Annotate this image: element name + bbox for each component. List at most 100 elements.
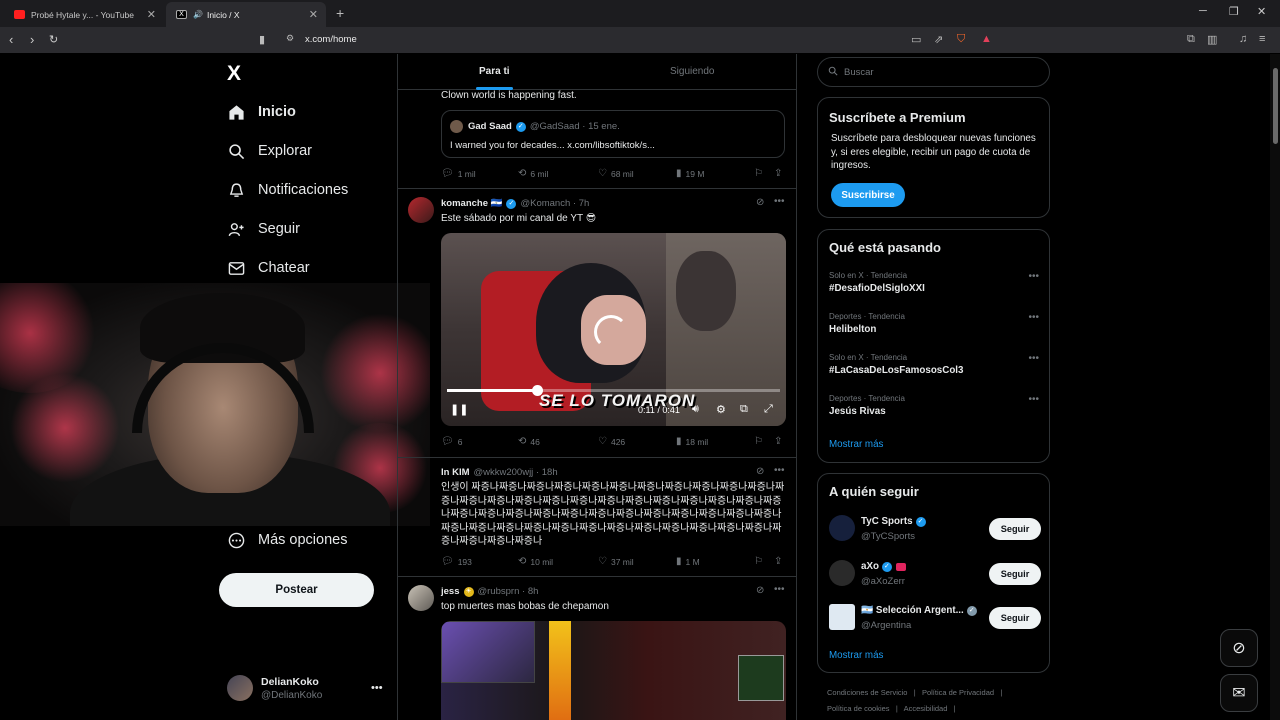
- bookmark-icon[interactable]: ▮: [259, 33, 265, 46]
- tweet-time[interactable]: 18h: [542, 467, 558, 478]
- more-dots-icon[interactable]: •••: [1028, 271, 1039, 282]
- account-switcher[interactable]: DelianKoko @DelianKoko: [227, 675, 322, 701]
- follow-show-more-link[interactable]: Mostrar más: [829, 650, 883, 661]
- share-button[interactable]: ⇪: [774, 556, 786, 567]
- brave-shield-icon[interactable]: ⛉: [957, 33, 965, 46]
- views-button[interactable]: ▮ 1 M: [676, 556, 700, 567]
- settings-icon[interactable]: ⚙: [716, 403, 726, 416]
- tweet-author[interactable]: komanche 🇸🇻: [441, 198, 502, 209]
- sidebar-item-seguir[interactable]: Seguir: [227, 216, 300, 242]
- sidebar-toggle-icon[interactable]: ▥: [1207, 33, 1217, 46]
- tab-siguiendo[interactable]: Siguiendo: [670, 66, 714, 77]
- views-button[interactable]: ▮ 19 M: [676, 168, 704, 179]
- trend-item[interactable]: Solo en X · Tendencia #DesafioDelSigloXX…: [829, 271, 1039, 294]
- grok-icon[interactable]: ⊘: [756, 466, 764, 477]
- more-dots-icon[interactable]: •••: [1028, 394, 1039, 405]
- url-field[interactable]: x.com/home: [305, 34, 357, 45]
- share-button[interactable]: ⇪: [774, 168, 786, 179]
- trends-show-more-link[interactable]: Mostrar más: [829, 439, 883, 450]
- pause-icon[interactable]: ❚❚: [450, 403, 468, 416]
- bookmark-button[interactable]: ⚐: [754, 168, 767, 179]
- close-tab-icon[interactable]: ✕: [309, 8, 318, 21]
- avatar[interactable]: [408, 197, 434, 223]
- minimize-button[interactable]: ─: [1199, 5, 1207, 17]
- repost-button[interactable]: ⟲ 10 mil: [518, 556, 553, 567]
- like-button[interactable]: ♡ 68 mil: [598, 168, 634, 179]
- tab-para-ti[interactable]: Para ti: [479, 66, 510, 77]
- tweet-handle[interactable]: @wkkw200wjj: [474, 467, 534, 478]
- accessibility-link[interactable]: Accesibilidad: [904, 704, 948, 713]
- share-button[interactable]: ⇪: [774, 436, 786, 447]
- video-player[interactable]: SE LO TOMARON ❚❚ 0:11 / 0:41 🔊︎ ⚙ ⧉ ⤢: [441, 233, 786, 426]
- video-progress-bar[interactable]: [447, 385, 780, 396]
- tweet-author[interactable]: In KIM: [441, 467, 470, 478]
- fullscreen-icon[interactable]: ⤢: [764, 403, 773, 416]
- avatar[interactable]: [408, 585, 434, 611]
- sidebar-item-mas-opciones[interactable]: Más opciones: [227, 527, 347, 553]
- back-icon[interactable]: ‹: [9, 32, 13, 47]
- site-info-icon[interactable]: ⚙: [286, 33, 294, 44]
- trend-item[interactable]: Deportes · Tendencia Helibelton •••: [829, 312, 1039, 335]
- follow-button[interactable]: Seguir: [989, 518, 1041, 540]
- rewards-icon[interactable]: ▲: [981, 33, 992, 45]
- bookmark-button[interactable]: ⚐: [754, 436, 767, 447]
- video-scrubber-handle[interactable]: [531, 385, 543, 396]
- tweet-time[interactable]: 7h: [579, 198, 590, 209]
- grok-icon[interactable]: ⊘: [756, 197, 764, 208]
- follow-suggestion[interactable]: TyC Sports ✓ @TyCSports Seguir: [829, 513, 1041, 545]
- tweet-media-thumbnail[interactable]: [441, 621, 786, 720]
- tweet-author[interactable]: jess: [441, 586, 460, 597]
- bookmark-button[interactable]: ⚐: [754, 556, 767, 567]
- like-button[interactable]: ♡ 426: [598, 436, 625, 447]
- trend-item[interactable]: Solo en X · Tendencia #LaCasaDeLosFamoso…: [829, 353, 1039, 376]
- more-dots-icon[interactable]: •••: [774, 196, 785, 207]
- reply-button[interactable]: 💬︎ 193: [441, 556, 472, 567]
- follow-suggestion[interactable]: aXo ✓ @aXoZerr Seguir: [829, 558, 1041, 590]
- more-dots-icon[interactable]: •••: [774, 465, 785, 476]
- tab-x-home[interactable]: X 🔊 Inicio / X ✕: [166, 2, 326, 27]
- reply-button[interactable]: 💬︎ 1 mil: [441, 168, 476, 179]
- tweet-handle[interactable]: @rubsprn: [478, 586, 520, 597]
- sidebar-item-notificaciones[interactable]: Notificaciones: [227, 177, 348, 203]
- cast-icon[interactable]: ▭: [911, 33, 921, 46]
- share-icon[interactable]: ⇗: [934, 33, 943, 46]
- repost-button[interactable]: ⟲ 6 mil: [518, 168, 548, 179]
- trend-item[interactable]: Deportes · Tendencia Jesús Rivas •••: [829, 394, 1039, 417]
- tweet-time[interactable]: 8h: [528, 586, 539, 597]
- reply-button[interactable]: 💬︎ 6: [441, 436, 462, 447]
- follow-button[interactable]: Seguir: [989, 607, 1041, 629]
- follow-suggestion[interactable]: 🇦🇷 Selección Argent... ✓ @Argentina Segu…: [829, 602, 1041, 634]
- sidebar-item-inicio[interactable]: Inicio: [227, 99, 296, 125]
- messages-fab-button[interactable]: ✉: [1220, 674, 1258, 712]
- close-tab-icon[interactable]: ✕: [147, 8, 156, 21]
- close-window-button[interactable]: ✕: [1257, 5, 1266, 18]
- follow-button[interactable]: Seguir: [989, 563, 1041, 585]
- pip-icon[interactable]: ⧉: [740, 403, 748, 416]
- privacy-link[interactable]: Política de Privacidad: [922, 688, 994, 697]
- subscribe-button[interactable]: Suscribirse: [831, 183, 905, 207]
- x-logo[interactable]: X: [227, 62, 241, 86]
- forward-icon[interactable]: ›: [30, 32, 34, 47]
- more-dots-icon[interactable]: •••: [774, 584, 785, 595]
- search-input[interactable]: Buscar: [817, 57, 1050, 87]
- repost-button[interactable]: ⟲ 46: [518, 436, 540, 447]
- sidebar-item-explorar[interactable]: Explorar: [227, 138, 312, 164]
- terms-link[interactable]: Condiciones de Servicio: [827, 688, 907, 697]
- scrollbar-thumb[interactable]: [1273, 68, 1278, 144]
- cookies-link[interactable]: Política de cookies: [827, 704, 890, 713]
- restore-button[interactable]: ❐: [1229, 5, 1239, 18]
- grok-icon[interactable]: ⊘: [756, 585, 764, 596]
- extensions-icon[interactable]: ⧉: [1187, 33, 1195, 46]
- page-scrollbar[interactable]: [1270, 54, 1280, 720]
- post-button[interactable]: Postear: [219, 573, 374, 607]
- sidebar-item-chatear[interactable]: Chatear: [227, 255, 310, 281]
- more-dots-icon[interactable]: •••: [371, 682, 383, 694]
- tab-youtube[interactable]: Probé Hytale y... - YouTube ✕: [4, 2, 164, 27]
- more-dots-icon[interactable]: •••: [1028, 353, 1039, 364]
- reload-icon[interactable]: ↻: [49, 33, 58, 46]
- new-tab-button[interactable]: +: [336, 5, 344, 21]
- media-icon[interactable]: ♫: [1239, 33, 1247, 45]
- volume-icon[interactable]: 🔊︎: [692, 403, 699, 416]
- views-button[interactable]: ▮ 18 mil: [676, 436, 708, 447]
- menu-icon[interactable]: ≡: [1259, 33, 1265, 45]
